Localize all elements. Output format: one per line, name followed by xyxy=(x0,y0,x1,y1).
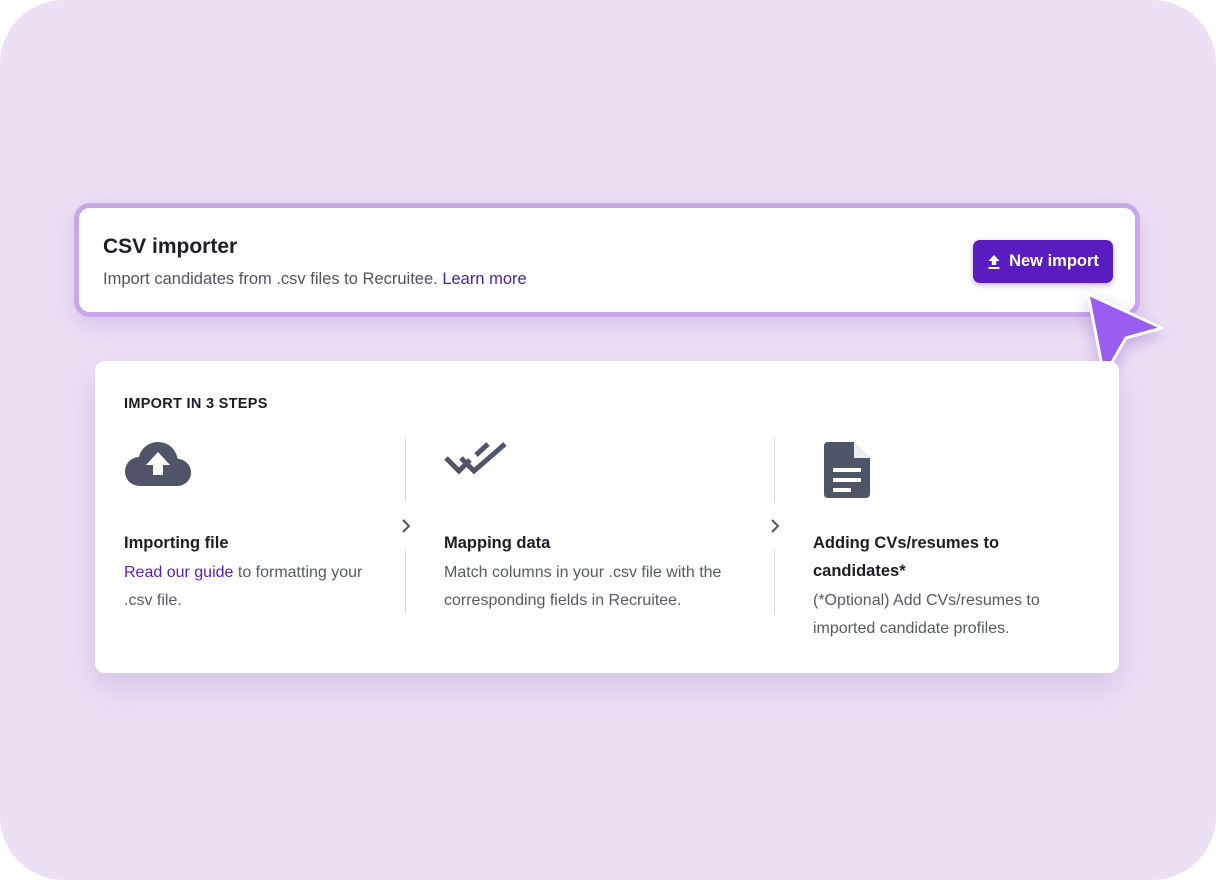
step-description: Match columns in your .csv file with the… xyxy=(444,564,722,609)
step-divider xyxy=(405,438,406,502)
new-import-label: New import xyxy=(1009,252,1099,270)
background: CSV importer Import candidates from .csv… xyxy=(0,0,1216,880)
csv-importer-card: CSV importer Import candidates from .csv… xyxy=(74,203,1140,317)
step-title: Adding CVs/resumes to candidates* xyxy=(813,534,1000,580)
document-icon xyxy=(824,442,870,498)
learn-more-link[interactable]: Learn more xyxy=(442,270,526,288)
step-description: (*Optional) Add CVs/resumes to imported … xyxy=(813,592,1040,637)
steps-heading: IMPORT IN 3 STEPS xyxy=(124,396,268,412)
upload-icon xyxy=(987,254,1001,270)
chevron-right-icon xyxy=(402,519,411,533)
read-guide-link[interactable]: Read our guide xyxy=(124,564,233,581)
step-divider xyxy=(774,550,775,614)
chevron-right-icon xyxy=(771,519,780,533)
importer-subtitle: Import candidates from .csv files to Rec… xyxy=(103,270,527,289)
double-check-icon xyxy=(444,442,507,475)
importer-title: CSV importer xyxy=(103,235,238,258)
step-title: Importing file xyxy=(124,534,229,552)
importer-description: Import candidates from .csv files to Rec… xyxy=(103,270,438,288)
step-description: Read our guide to formatting your .csv f… xyxy=(124,559,384,615)
step-divider xyxy=(405,550,406,614)
cloud-upload-icon xyxy=(125,442,191,486)
step-title: Mapping data xyxy=(444,534,551,552)
new-import-button[interactable]: New import xyxy=(973,240,1113,283)
import-steps-card: IMPORT IN 3 STEPS Importing file Read ou… xyxy=(95,361,1119,673)
step-divider xyxy=(774,438,775,502)
